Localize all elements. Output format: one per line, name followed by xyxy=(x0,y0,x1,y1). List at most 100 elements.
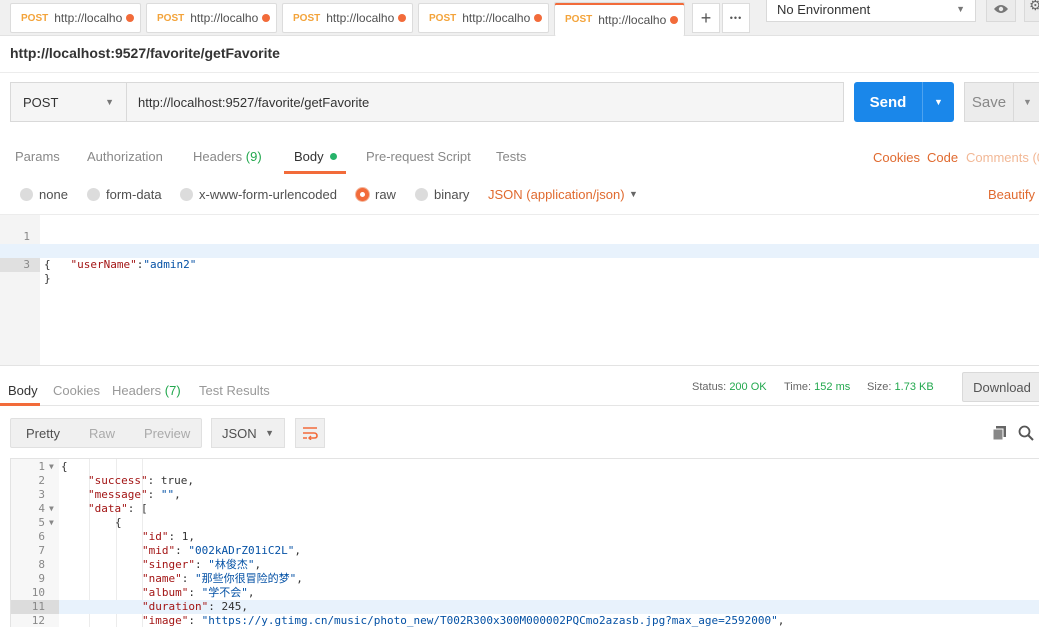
beautify-link[interactable]: Beautify xyxy=(988,187,1035,202)
divider xyxy=(0,72,1039,73)
json-value: "那些你很冒险的梦" xyxy=(195,572,297,585)
tab-tests[interactable]: Tests xyxy=(496,149,526,164)
send-button[interactable]: Send ▼ xyxy=(854,82,954,122)
copy-icon[interactable] xyxy=(992,425,1008,441)
wrap-lines-button[interactable] xyxy=(295,418,325,448)
code-line[interactable]: 6 "id": 1, xyxy=(11,530,1039,544)
json-colon: : xyxy=(188,614,202,627)
json-value: "admin2" xyxy=(143,258,197,271)
code-link[interactable]: Code xyxy=(927,150,958,165)
view-raw[interactable]: Raw xyxy=(60,426,115,441)
line-number: 5 xyxy=(38,516,45,529)
code-line[interactable]: 8 "singer": "林俊杰", xyxy=(11,558,1039,572)
tab-body-label: Body xyxy=(294,149,324,164)
chevron-down-icon[interactable]: ▼ xyxy=(923,97,954,107)
code-line[interactable]: 9 "name": "那些你很冒险的梦", xyxy=(11,572,1039,586)
tab-pre-request-script[interactable]: Pre-request Script xyxy=(366,149,471,164)
json-punctuation: , xyxy=(174,488,181,501)
response-tab-test-results[interactable]: Test Results xyxy=(199,383,270,398)
time-value: 152 ms xyxy=(814,381,851,393)
unsaved-dot-icon xyxy=(398,14,406,22)
request-tab[interactable]: POST http://localhost:9527/favorite/getF… xyxy=(146,3,277,33)
tab-url: http://localhost:9527/favorite/getFavori… xyxy=(326,11,394,25)
content-type-select[interactable]: JSON (application/json) xyxy=(488,187,625,202)
body-type-form-data[interactable]: form-data xyxy=(87,187,162,202)
new-tab-button[interactable]: + xyxy=(692,3,720,33)
fold-arrow-icon[interactable]: ▼ xyxy=(49,460,54,474)
code-line-current[interactable]: 11 "duration": 245, xyxy=(11,600,1039,614)
response-tab-cookies[interactable]: Cookies xyxy=(53,383,100,398)
manage-environments-button[interactable]: ⚙ xyxy=(1024,0,1039,22)
fold-arrow-icon[interactable]: ▼ xyxy=(49,502,54,516)
request-tab[interactable]: POST http://localhost:9527/favorite/getF… xyxy=(282,3,413,33)
view-preview[interactable]: Preview xyxy=(115,426,190,441)
code-line[interactable]: 10 "album": "学不会", xyxy=(11,586,1039,600)
json-value: [ xyxy=(141,502,148,515)
json-value: "" xyxy=(160,488,175,501)
tab-options-button[interactable]: ••• xyxy=(722,3,750,33)
line-number: 3 xyxy=(38,488,45,501)
body-type-binary[interactable]: binary xyxy=(415,187,469,202)
environment-quick-look-button[interactable] xyxy=(986,0,1016,22)
json-colon: : xyxy=(147,488,161,501)
radio-icon xyxy=(415,188,428,201)
json-colon: : xyxy=(208,600,222,613)
response-status: Status: 200 OK xyxy=(692,381,767,393)
code-line[interactable]: 12 "image": "https://y.gtimg.cn/music/pho… xyxy=(11,614,1039,627)
json-colon: : xyxy=(194,558,209,571)
comments-link[interactable]: Comments (0) xyxy=(966,150,1039,165)
save-button[interactable]: Save xyxy=(964,82,1014,122)
response-format-select[interactable]: JSON ▼ xyxy=(211,418,285,448)
json-key: "mid" xyxy=(142,544,176,557)
tab-method: POST xyxy=(157,12,185,24)
tab-headers-label: Headers xyxy=(193,149,243,164)
request-name[interactable]: http://localhost:9527/favorite/getFavori… xyxy=(10,45,280,61)
request-url-input[interactable] xyxy=(126,82,844,122)
request-tab[interactable]: POST http://localhost:9527/favorite/getF… xyxy=(10,3,141,33)
code-line[interactable]: 4 ▼ "data": [ xyxy=(11,502,1039,516)
environment-select[interactable]: No Environment ▼ xyxy=(766,0,976,22)
cookies-link[interactable]: Cookies xyxy=(873,150,920,165)
view-pretty[interactable]: Pretty xyxy=(11,426,60,441)
json-key: "userName" xyxy=(70,258,137,271)
request-tab-active[interactable]: POST http://localhost:9527/favorite/getF… xyxy=(554,2,685,36)
request-tab-strip: POST http://localhost:9527/favorite/getF… xyxy=(0,0,1039,36)
json-key: "album" xyxy=(142,586,189,599)
radio-icon xyxy=(87,188,100,201)
request-body-editor[interactable]: 1 ▼ { 2 "userName":"admin2" 3 } xyxy=(0,214,1039,366)
code-line[interactable]: 3 "message": "", xyxy=(11,488,1039,502)
code-line[interactable]: 2 "userName":"admin2" xyxy=(0,230,1039,271)
download-button[interactable]: Download xyxy=(962,372,1039,402)
json-key: "id" xyxy=(142,530,169,543)
code-line[interactable]: 7 "mid": "002kADrZ01iC2L", xyxy=(11,544,1039,558)
tab-params[interactable]: Params xyxy=(15,149,60,164)
body-type-none[interactable]: none xyxy=(20,187,68,202)
code-line[interactable]: 5 ▼ { xyxy=(11,516,1039,530)
chevron-down-icon[interactable]: ▼ xyxy=(629,189,638,199)
tab-headers[interactable]: Headers (9) xyxy=(193,149,262,164)
status-value: 200 OK xyxy=(729,381,767,393)
http-method-select[interactable]: POST ▼ xyxy=(10,82,126,122)
environment-value: No Environment xyxy=(777,1,871,17)
code-line-current[interactable]: 3 } xyxy=(0,244,1039,285)
response-tab-headers[interactable]: Headers (7) xyxy=(112,383,181,398)
tab-url: http://localhost:9527/favorite/getFavori… xyxy=(598,12,666,27)
code-line[interactable]: 1 ▼ { xyxy=(0,216,1039,271)
json-colon: : xyxy=(168,530,182,543)
response-view-toggle: Pretty Raw Preview xyxy=(10,418,202,448)
save-options-button[interactable]: ▼ xyxy=(1014,82,1039,122)
body-type-raw[interactable]: raw xyxy=(356,187,396,202)
fold-arrow-icon[interactable]: ▼ xyxy=(49,516,54,530)
response-tab-body[interactable]: Body xyxy=(8,383,38,398)
search-icon[interactable] xyxy=(1018,425,1034,441)
radio-label: x-www-form-urlencoded xyxy=(199,187,337,202)
radio-label: none xyxy=(39,187,68,202)
body-type-urlencoded[interactable]: x-www-form-urlencoded xyxy=(180,187,337,202)
response-body-viewer[interactable]: 1 ▼ {2 "success": true, 3 "message": "", 4 ▼ "da… xyxy=(10,458,1039,627)
code-line[interactable]: 2 "success": true, xyxy=(11,474,1039,488)
line-text: { xyxy=(61,460,68,473)
tab-body[interactable]: Body xyxy=(294,149,337,164)
code-line[interactable]: 1 ▼ { xyxy=(11,460,1039,474)
request-tab[interactable]: POST http://localhost:9527/favorite/getF… xyxy=(418,3,549,33)
tab-authorization[interactable]: Authorization xyxy=(87,149,163,164)
